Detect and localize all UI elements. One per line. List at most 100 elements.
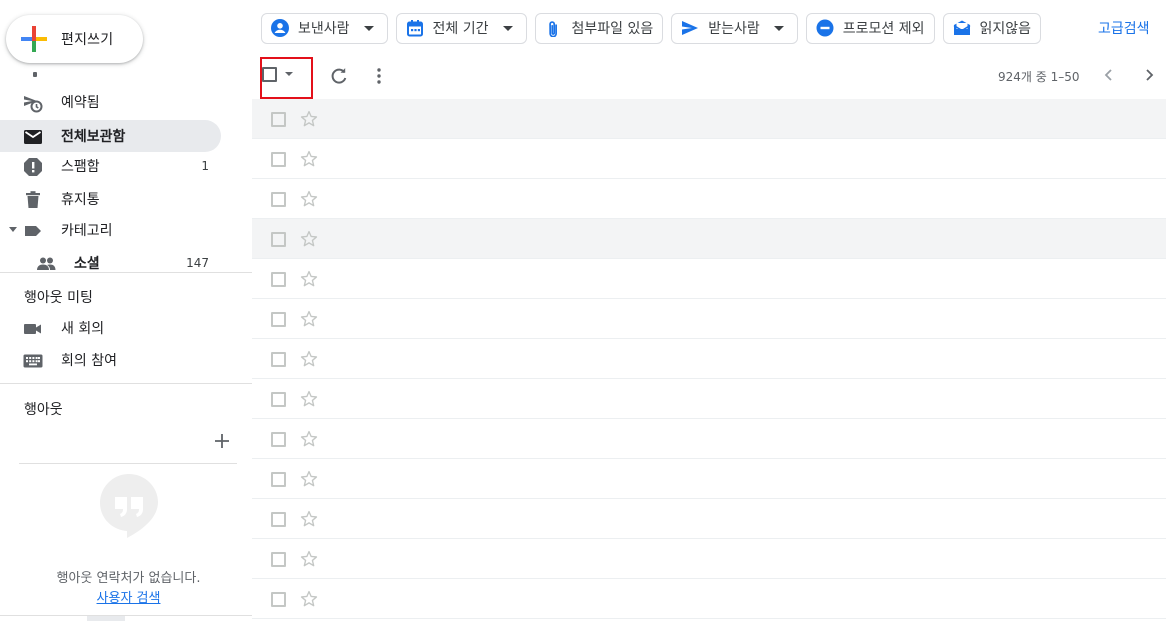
search-people-link[interactable]: 사용자 검색 bbox=[0, 587, 252, 606]
row-checkbox[interactable] bbox=[271, 392, 286, 407]
star-icon[interactable] bbox=[300, 110, 318, 128]
row-checkbox[interactable] bbox=[271, 312, 286, 327]
main-content: 보낸사람 전체 기간 첨부파일 있음 받는사람 프로모션 제외 읽지않음 고급검… bbox=[252, 0, 1166, 621]
gmail-app: 편지쓰기 예약됨 전체보관함 스팸함 1 휴지통 카테고리 소셜 147 행아웃… bbox=[0, 0, 1166, 621]
star-icon[interactable] bbox=[300, 190, 318, 208]
people-icon bbox=[37, 257, 56, 270]
star-icon[interactable] bbox=[300, 270, 318, 288]
calendar-icon bbox=[406, 20, 423, 37]
sidebar-item-label: 카테고리 bbox=[61, 223, 113, 239]
star-icon[interactable] bbox=[300, 350, 318, 368]
table-row[interactable] bbox=[252, 419, 1166, 459]
star-icon[interactable] bbox=[300, 430, 318, 448]
row-checkbox[interactable] bbox=[271, 512, 286, 527]
plus-icon bbox=[21, 26, 47, 52]
star-icon[interactable] bbox=[300, 310, 318, 328]
chip-label: 첨부파일 있음 bbox=[571, 21, 654, 37]
refresh-icon[interactable] bbox=[329, 66, 349, 86]
all-mail-icon bbox=[24, 130, 42, 144]
hangouts-empty-text: 행아웃 연락처가 없습니다. bbox=[56, 571, 201, 586]
star-icon[interactable] bbox=[300, 590, 318, 608]
sidebar-item-all-mail[interactable]: 전체보관함 bbox=[0, 120, 221, 152]
sidebar-item-label: 휴지통 bbox=[61, 192, 100, 208]
collapse-caret-icon[interactable] bbox=[9, 227, 17, 232]
new-meeting-label: 새 회의 bbox=[61, 321, 105, 337]
star-icon[interactable] bbox=[300, 470, 318, 488]
table-row[interactable] bbox=[252, 579, 1166, 619]
attachment-icon bbox=[548, 21, 557, 37]
spam-icon bbox=[24, 158, 42, 176]
section-divider bbox=[19, 463, 237, 464]
row-checkbox[interactable] bbox=[271, 232, 286, 247]
table-row[interactable] bbox=[252, 539, 1166, 579]
sidebar-item-trash[interactable]: 휴지통 bbox=[0, 183, 221, 215]
select-all-checkbox[interactable] bbox=[262, 67, 277, 82]
more-vert-icon[interactable] bbox=[369, 66, 389, 86]
star-icon[interactable] bbox=[300, 550, 318, 568]
sidebar-item-label: 스팸함 bbox=[61, 159, 100, 175]
sidebar-item-label: 소셜 bbox=[74, 256, 100, 272]
row-checkbox[interactable] bbox=[271, 152, 286, 167]
row-checkbox[interactable] bbox=[271, 592, 286, 607]
pagination-info: 924개 중 1–50 bbox=[998, 70, 1080, 84]
star-icon[interactable] bbox=[300, 150, 318, 168]
minus-circle-icon bbox=[816, 19, 834, 37]
chip-date-range[interactable]: 전체 기간 bbox=[395, 12, 527, 44]
table-row[interactable] bbox=[252, 179, 1166, 219]
chevron-right-icon[interactable] bbox=[1141, 67, 1157, 83]
table-row[interactable] bbox=[252, 379, 1166, 419]
join-meeting-label: 회의 참여 bbox=[61, 353, 117, 369]
row-checkbox[interactable] bbox=[271, 432, 286, 447]
section-divider bbox=[0, 272, 252, 273]
chip-has-attachment[interactable]: 첨부파일 있음 bbox=[534, 12, 664, 44]
table-row[interactable] bbox=[252, 99, 1166, 139]
chip-label: 받는사람 bbox=[708, 21, 760, 37]
star-icon[interactable] bbox=[300, 230, 318, 248]
unread-mail-icon bbox=[953, 20, 970, 35]
row-checkbox[interactable] bbox=[271, 472, 286, 487]
send-icon bbox=[682, 21, 699, 35]
person-icon bbox=[271, 19, 289, 37]
row-checkbox[interactable] bbox=[271, 192, 286, 207]
join-meeting-item[interactable]: 회의 참여 bbox=[0, 344, 221, 376]
nav-item-partial bbox=[33, 72, 37, 77]
table-row[interactable] bbox=[252, 139, 1166, 179]
sidebar-item-social[interactable]: 소셜 147 bbox=[0, 247, 221, 279]
search-filter-chips: 보낸사람 전체 기간 첨부파일 있음 받는사람 프로모션 제외 읽지않음 bbox=[261, 12, 1049, 44]
table-row[interactable] bbox=[252, 219, 1166, 259]
row-checkbox[interactable] bbox=[271, 352, 286, 367]
table-row[interactable] bbox=[252, 339, 1166, 379]
row-checkbox[interactable] bbox=[271, 272, 286, 287]
new-meeting-item[interactable]: 새 회의 bbox=[0, 312, 221, 344]
sidebar-item-scheduled[interactable]: 예약됨 bbox=[0, 86, 221, 118]
compose-button[interactable]: 편지쓰기 bbox=[6, 15, 143, 63]
table-row[interactable] bbox=[252, 299, 1166, 339]
add-icon[interactable] bbox=[212, 431, 232, 451]
chip-unread[interactable]: 읽지않음 bbox=[942, 12, 1042, 44]
unread-count: 1 bbox=[201, 159, 209, 173]
table-row[interactable] bbox=[252, 259, 1166, 299]
star-icon[interactable] bbox=[300, 510, 318, 528]
row-checkbox[interactable] bbox=[271, 552, 286, 567]
keyboard-icon bbox=[23, 354, 43, 368]
label-icon bbox=[25, 226, 41, 236]
sidebar-item-label: 전체보관함 bbox=[61, 129, 126, 145]
chip-from[interactable]: 보낸사람 bbox=[261, 12, 388, 44]
bottom-tab[interactable] bbox=[87, 616, 125, 621]
sidebar-item-spam[interactable]: 스팸함 1 bbox=[0, 150, 221, 182]
chip-label: 전체 기간 bbox=[432, 21, 489, 37]
compose-label: 편지쓰기 bbox=[61, 32, 114, 48]
star-icon[interactable] bbox=[300, 390, 318, 408]
chevron-left-icon[interactable] bbox=[1101, 67, 1117, 83]
table-row[interactable] bbox=[252, 499, 1166, 539]
trash-icon bbox=[26, 191, 40, 208]
advanced-search-link[interactable]: 고급검색 bbox=[1098, 18, 1150, 38]
select-dropdown-icon[interactable] bbox=[285, 72, 293, 76]
section-divider bbox=[0, 383, 252, 384]
table-row[interactable] bbox=[252, 459, 1166, 499]
unread-count: 147 bbox=[186, 256, 209, 270]
chip-to[interactable]: 받는사람 bbox=[671, 12, 798, 44]
chip-exclude-promotions[interactable]: 프로모션 제외 bbox=[805, 12, 935, 44]
sidebar-item-categories[interactable]: 카테고리 bbox=[0, 214, 221, 246]
row-checkbox[interactable] bbox=[271, 112, 286, 127]
